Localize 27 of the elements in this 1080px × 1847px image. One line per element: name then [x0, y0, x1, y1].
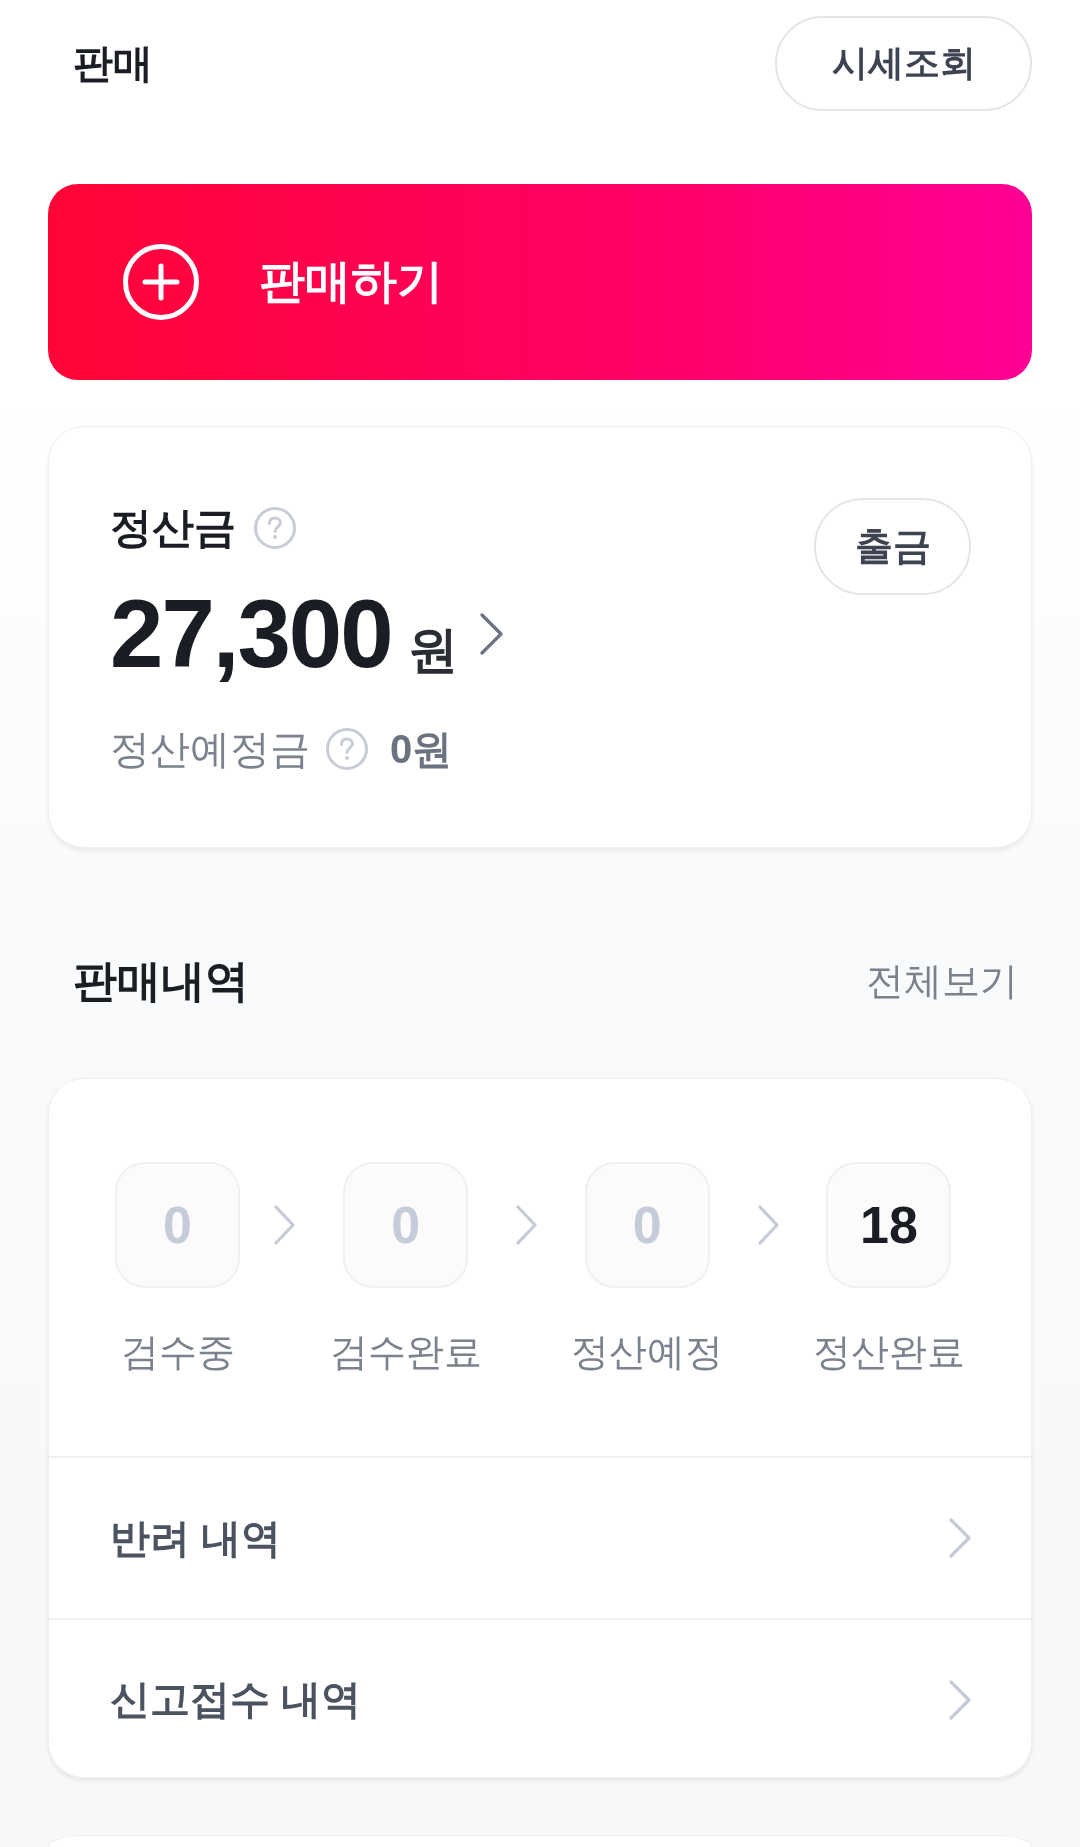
section-title: 판매내역 — [73, 954, 249, 1007]
chevron-right-icon — [516, 1205, 537, 1245]
step-label: 정산완료 — [812, 1330, 965, 1375]
pending-label: 정산예정금 — [110, 726, 310, 773]
count-tile[interactable]: 18 — [826, 1162, 952, 1288]
chevron-right-icon — [757, 1205, 779, 1245]
list-item[interactable]: 반려 내역 — [49, 1458, 1031, 1620]
pending-amount: 0원 — [390, 726, 453, 773]
step-label: 검수완료 — [329, 1330, 482, 1375]
withdraw-button[interactable]: 출금 — [814, 498, 971, 595]
settlement-amount: 27,300 — [110, 586, 392, 682]
chevron-right-icon — [274, 1205, 296, 1245]
help-icon[interactable] — [326, 728, 368, 770]
view-all-link[interactable]: 전체보기 — [866, 955, 1018, 1007]
chevron-right-icon[interactable] — [479, 613, 503, 655]
market-price-button[interactable]: 시세조회 — [775, 16, 1032, 111]
currency-unit: 원 — [407, 621, 458, 680]
sell-button[interactable]: 판매하기 — [48, 184, 1032, 380]
chevron-right-icon — [949, 1518, 971, 1558]
settlement-title: 정산금 — [110, 504, 236, 552]
chevron-right-icon — [949, 1679, 971, 1720]
help-icon[interactable] — [254, 507, 296, 549]
plus-circle-icon — [123, 244, 199, 320]
page-title: 판매 — [73, 40, 153, 87]
step-label: 정산예정 — [571, 1330, 724, 1375]
step-label: 검수중 — [120, 1330, 235, 1375]
list-item[interactable]: 신고접수 내역 — [49, 1620, 1031, 1777]
